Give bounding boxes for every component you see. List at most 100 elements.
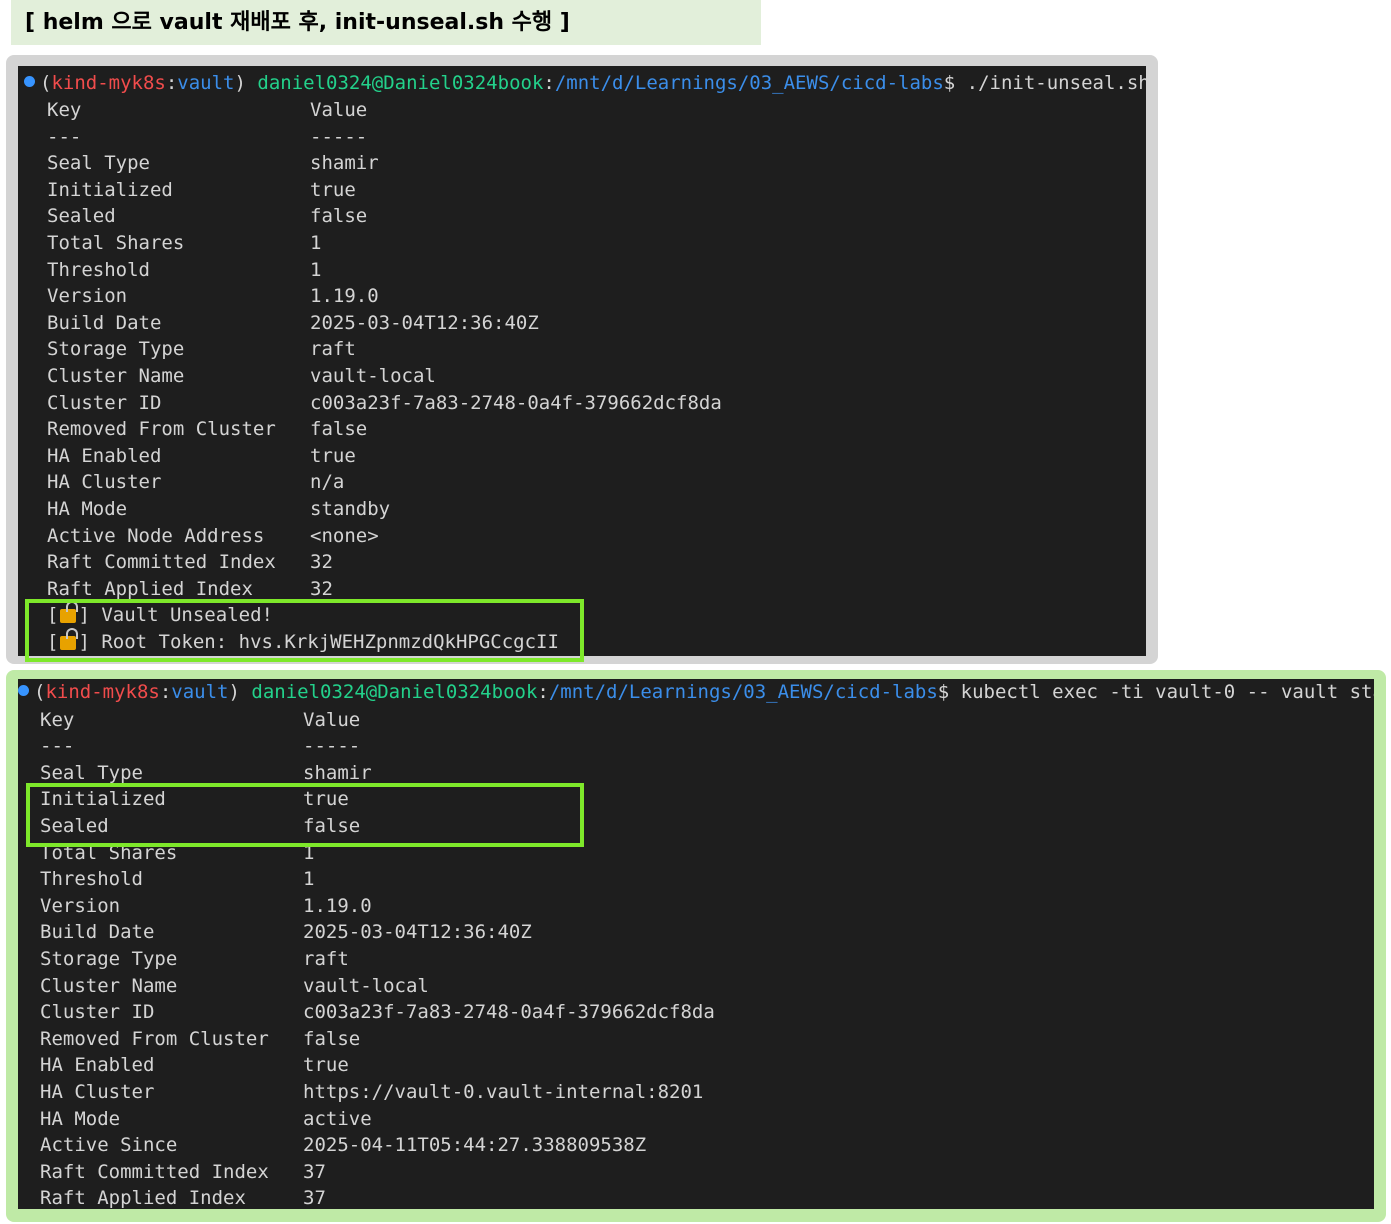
status-value: c003a23f-7a83-2748-0a4f-379662dcf8da bbox=[310, 391, 722, 414]
status-row: Threshold 1 bbox=[18, 257, 1146, 284]
prompt-line: (kind-myk8s:vault) daniel0324@Daniel0324… bbox=[18, 679, 1374, 706]
status-row: Sealed false bbox=[18, 203, 1146, 230]
status-row: HA Cluster n/a bbox=[18, 469, 1146, 496]
status-value: true bbox=[310, 444, 356, 467]
status-value: standby bbox=[310, 498, 391, 520]
status-row: HA Mode active bbox=[18, 1106, 1374, 1133]
status-row: Raft Applied Index 37 bbox=[18, 1185, 1374, 1209]
status-value: Value bbox=[303, 708, 361, 731]
status-key: Version bbox=[40, 894, 121, 917]
terminal-vault-status[interactable]: (kind-myk8s:vault) daniel0324@Daniel0324… bbox=[18, 679, 1374, 1209]
status-row: Raft Committed Index 37 bbox=[18, 1159, 1374, 1186]
status-key: Raft Committed Index bbox=[47, 551, 276, 574]
status-key: HA Mode bbox=[47, 498, 128, 520]
status-value: false bbox=[310, 205, 368, 228]
status-row: Total Shares 1 bbox=[18, 230, 1146, 257]
status-key: Cluster ID bbox=[40, 1001, 155, 1024]
status-value: false bbox=[303, 1027, 361, 1050]
command-text: ./init-unseal.sh bbox=[955, 72, 1146, 94]
status-key: Storage Type bbox=[47, 338, 185, 361]
status-value: Value bbox=[310, 99, 368, 121]
status-key: HA Mode bbox=[40, 1107, 121, 1130]
status-value: c003a23f-7a83-2748-0a4f-379662dcf8da bbox=[303, 1001, 715, 1024]
highlight-box-unseal bbox=[25, 599, 584, 662]
status-row: Storage Type raft bbox=[18, 336, 1146, 363]
status-value: vault-local bbox=[310, 365, 436, 387]
status-row: Active Since 2025-04-11T05:44:27.33880953… bbox=[18, 1132, 1374, 1159]
status-row: HA Cluster https://vault-0.vault-internal… bbox=[18, 1079, 1374, 1106]
status-key: Total Shares bbox=[47, 232, 185, 254]
status-key: Removed From Cluster bbox=[40, 1027, 269, 1050]
status-key: HA Enabled bbox=[40, 1054, 155, 1077]
status-value: true bbox=[310, 178, 356, 201]
status-row: Cluster ID c003a23f-7a83-2748-0a4f-379662… bbox=[18, 999, 1374, 1026]
status-row: Version 1.19.0 bbox=[18, 893, 1374, 920]
status-value: 37 bbox=[303, 1160, 326, 1183]
status-value: raft bbox=[310, 338, 356, 361]
status-key: --- bbox=[47, 125, 82, 148]
status-row: Cluster Name vault-local bbox=[18, 363, 1146, 390]
prompt-line: (kind-myk8s:vault) daniel0324@Daniel0324… bbox=[24, 70, 1146, 97]
status-dot-icon bbox=[18, 685, 29, 696]
status-value: 37 bbox=[303, 1187, 326, 1209]
status-row: Threshold 1 bbox=[18, 866, 1374, 893]
status-value: 2025-03-04T12:36:40Z bbox=[303, 921, 532, 944]
status-key: Threshold bbox=[47, 258, 150, 281]
status-value: ----- bbox=[310, 125, 368, 148]
status-key: Removed From Cluster bbox=[47, 418, 276, 441]
status-value: 1.19.0 bbox=[310, 285, 379, 308]
status-key: --- bbox=[40, 735, 75, 758]
status-value: 1.19.0 bbox=[303, 894, 372, 917]
status-row: Initialized true bbox=[18, 177, 1146, 204]
status-value: n/a bbox=[310, 471, 345, 494]
status-key: HA Cluster bbox=[47, 471, 162, 494]
caption-title: [ helm 으로 vault 재배포 후, init-unseal.sh 수행… bbox=[11, 0, 761, 45]
status-row: Storage Type raft bbox=[18, 946, 1374, 973]
status-value: true bbox=[303, 1054, 349, 1077]
status-key: Active Node Address bbox=[47, 524, 265, 547]
status-value: 1 bbox=[303, 868, 315, 891]
status-key: HA Cluster bbox=[40, 1080, 155, 1103]
status-row: Removed From Cluster false bbox=[18, 416, 1146, 443]
status-row: Build Date 2025-03-04T12:36:40Z bbox=[18, 919, 1374, 946]
status-key: Initialized bbox=[47, 178, 173, 201]
status-value: raft bbox=[303, 947, 349, 970]
status-value: 2025-04-11T05:44:27.338809538Z bbox=[303, 1134, 647, 1157]
status-key: Raft Applied Index bbox=[40, 1187, 246, 1209]
status-value: false bbox=[310, 418, 368, 441]
status-value: shamir bbox=[310, 152, 379, 175]
status-key: Cluster Name bbox=[47, 365, 185, 387]
status-key: Key bbox=[40, 708, 75, 731]
status-value: 2025-03-04T12:36:40Z bbox=[310, 311, 539, 334]
terminal-init-unseal[interactable]: (kind-myk8s:vault) daniel0324@Daniel0324… bbox=[18, 66, 1146, 656]
status-value: 1 bbox=[310, 258, 322, 281]
status-row: Raft Committed Index 32 bbox=[18, 549, 1146, 576]
status-key: Build Date bbox=[47, 311, 162, 334]
status-row: Build Date 2025-03-04T12:36:40Z bbox=[18, 310, 1146, 337]
status-row: Cluster ID c003a23f-7a83-2748-0a4f-379662… bbox=[18, 390, 1146, 417]
status-key: Active Since bbox=[40, 1134, 178, 1157]
status-key: Version bbox=[47, 285, 128, 308]
status-row: Version 1.19.0 bbox=[18, 283, 1146, 310]
command-text: kubectl exec -ti vault-0 -- vault status bbox=[949, 681, 1374, 703]
status-row: HA Mode standby bbox=[18, 496, 1146, 523]
status-row: Key Value bbox=[18, 707, 1374, 734]
status-row: Key Value bbox=[18, 97, 1146, 124]
status-key: HA Enabled bbox=[47, 444, 162, 467]
status-value: ----- bbox=[303, 735, 361, 758]
status-key: Key bbox=[47, 99, 82, 121]
status-key: Build Date bbox=[40, 921, 155, 944]
highlight-box-status bbox=[26, 783, 584, 847]
status-key: Cluster Name bbox=[40, 974, 178, 997]
status-value: active bbox=[303, 1107, 372, 1130]
status-row: Cluster Name vault-local bbox=[18, 973, 1374, 1000]
status-value: <none> bbox=[310, 524, 379, 547]
status-row: Seal Type shamir bbox=[18, 150, 1146, 177]
status-key: Raft Committed Index bbox=[40, 1160, 269, 1183]
status-key: Storage Type bbox=[40, 947, 178, 970]
status-key: Cluster ID bbox=[47, 391, 162, 414]
status-value: vault-local bbox=[303, 974, 429, 997]
status-row: HA Enabled true bbox=[18, 1052, 1374, 1079]
status-key: Sealed bbox=[47, 205, 116, 228]
status-row: Removed From Cluster false bbox=[18, 1026, 1374, 1053]
